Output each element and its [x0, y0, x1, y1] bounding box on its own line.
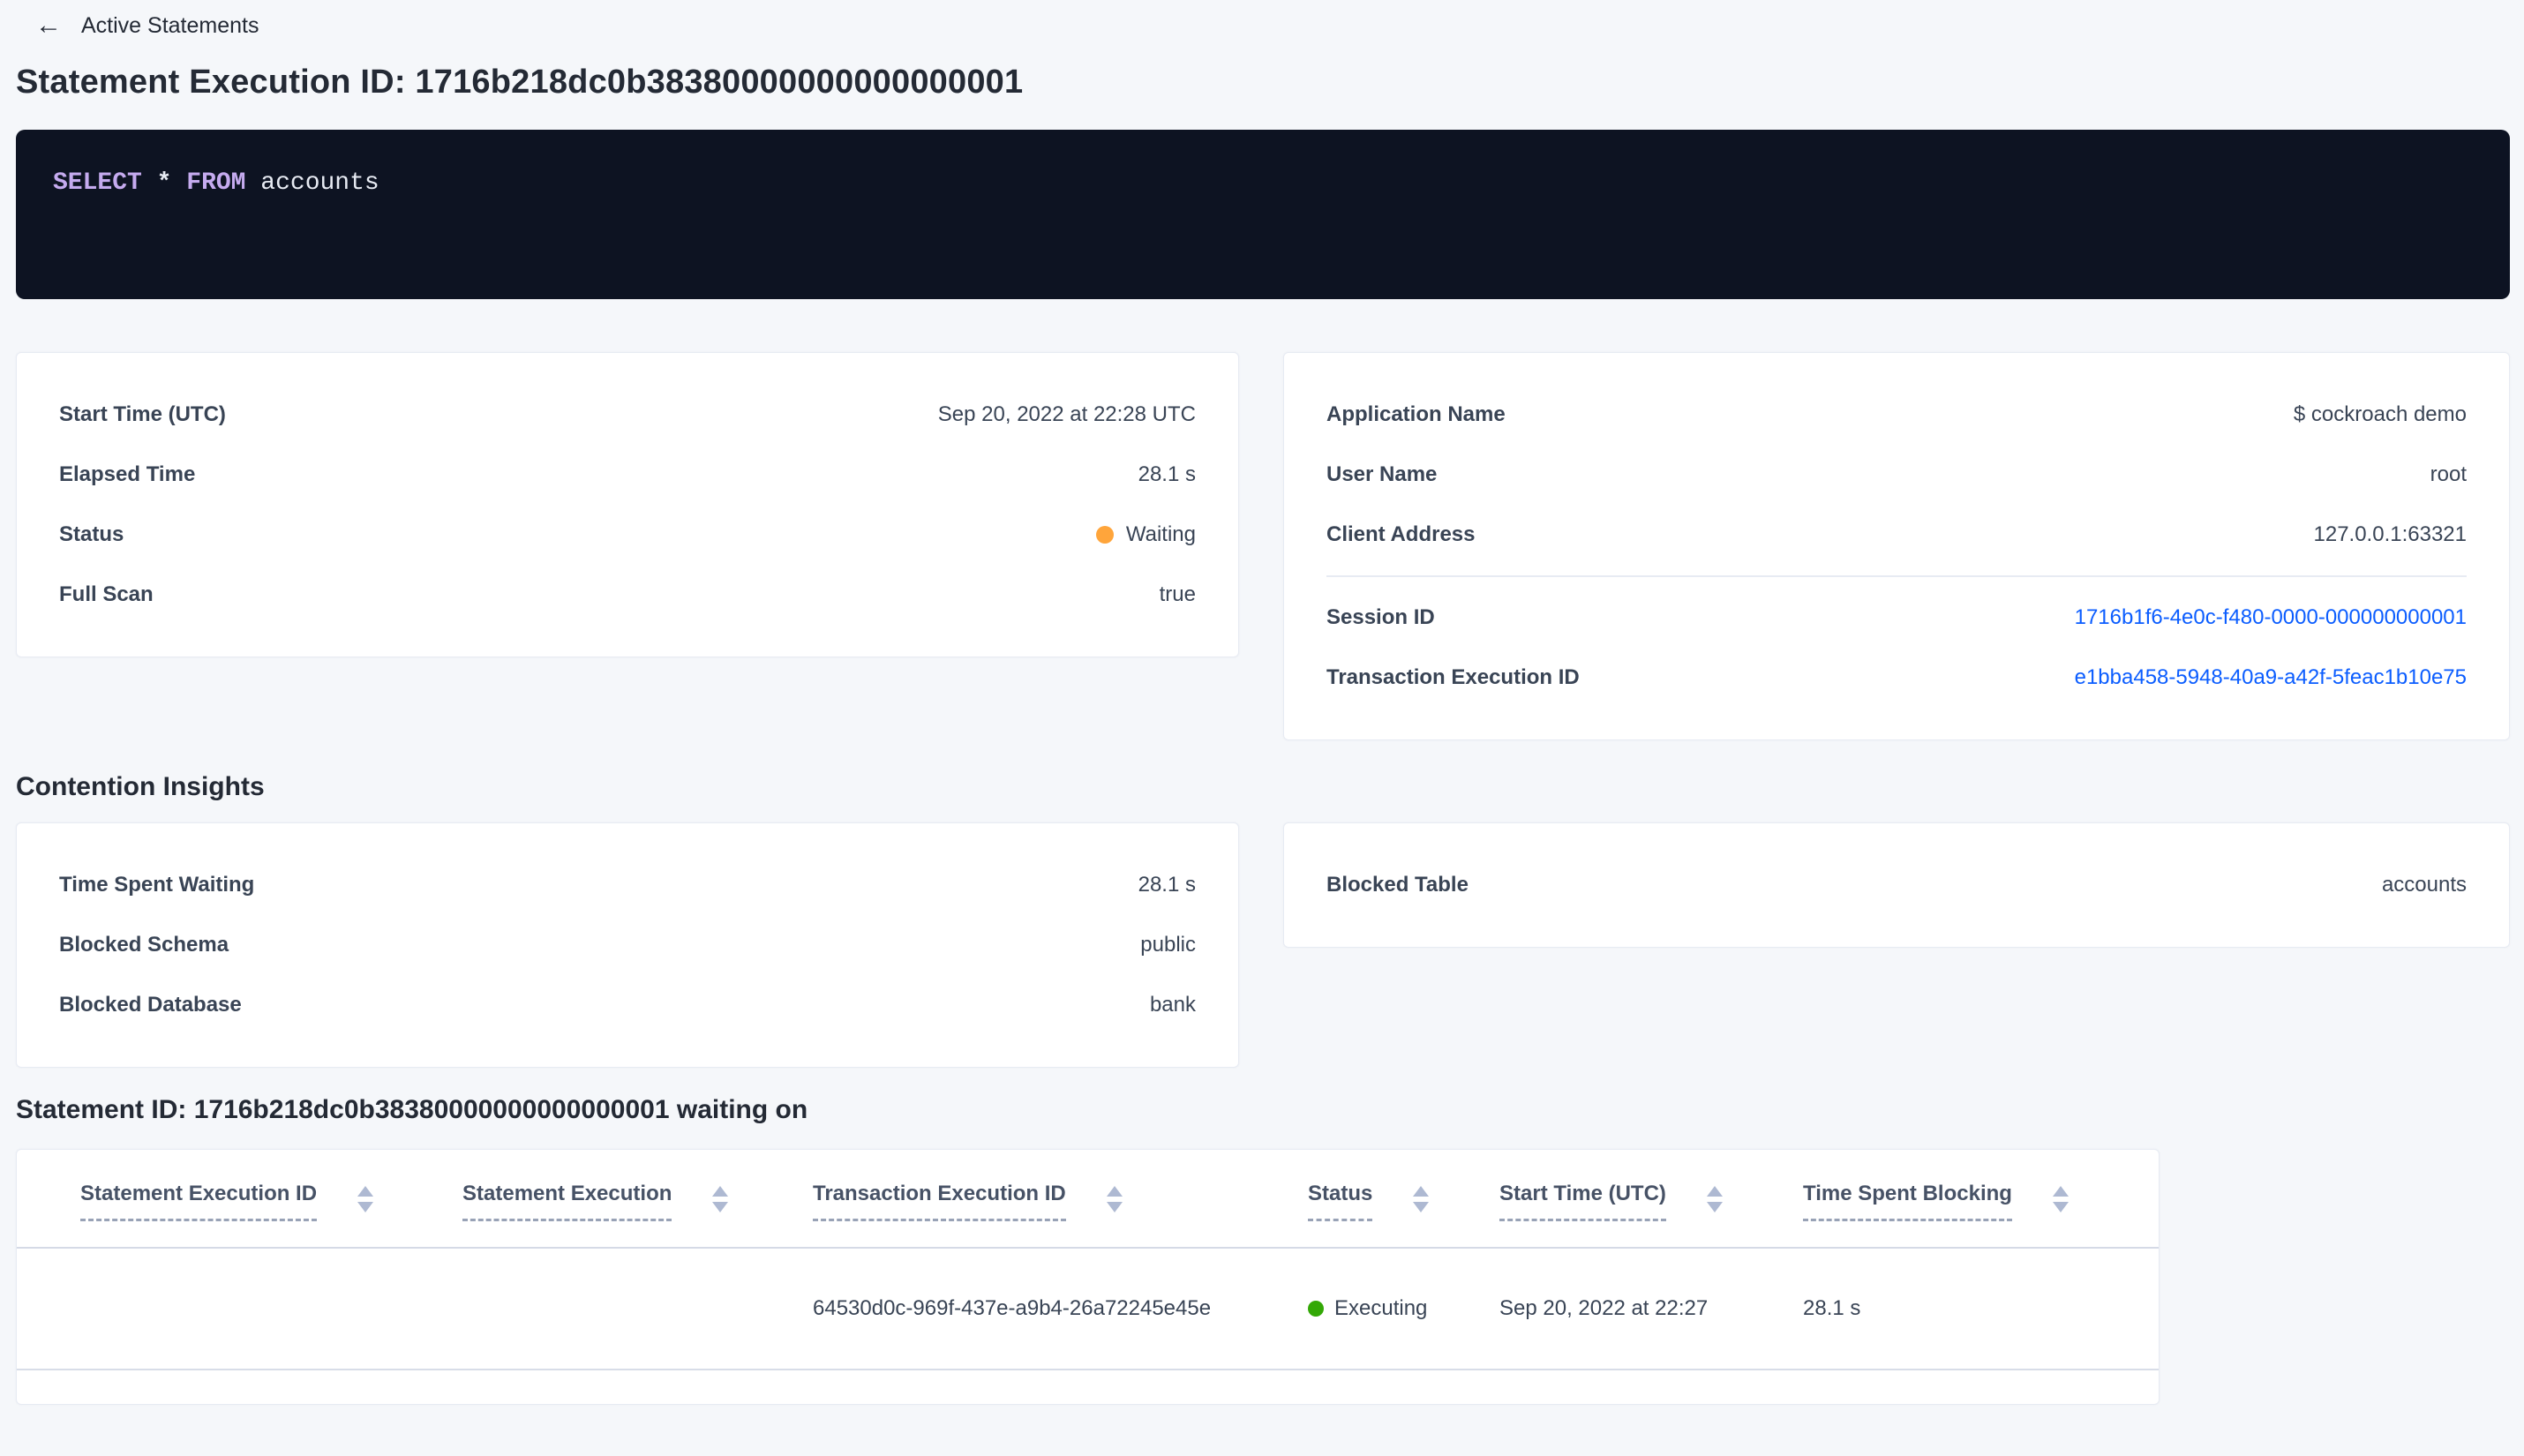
- session-id-link[interactable]: 1716b1f6-4e0c-f480-0000-000000000001: [2075, 605, 2467, 630]
- column-label[interactable]: Transaction Execution ID: [813, 1182, 1066, 1221]
- sql-star: *: [156, 169, 172, 197]
- column-label[interactable]: Statement Execution: [462, 1182, 672, 1221]
- column-header-start-time[interactable]: Start Time (UTC): [1499, 1182, 1803, 1221]
- status-value: Waiting: [1095, 522, 1196, 547]
- blocked-table-card: Blocked Table accounts: [1283, 822, 2510, 948]
- column-header-transaction-execution-id[interactable]: Transaction Execution ID: [813, 1182, 1308, 1221]
- contention-details-card: Time Spent Waiting 28.1 s Blocked Schema…: [16, 822, 1239, 1068]
- time-spent-waiting-value: 28.1 s: [1138, 873, 1196, 897]
- column-label[interactable]: Status: [1308, 1182, 1373, 1221]
- session-id-label: Session ID: [1326, 605, 1435, 629]
- blocked-database-label: Blocked Database: [59, 993, 242, 1017]
- waiting-on-table: Statement Execution ID Statement Executi…: [16, 1149, 2160, 1405]
- executing-status-dot-icon: [1308, 1301, 1324, 1317]
- cell-status: Executing: [1308, 1296, 1499, 1321]
- time-spent-waiting-label: Time Spent Waiting: [59, 873, 255, 897]
- application-name-label: Application Name: [1326, 402, 1506, 426]
- execution-details-card: Start Time (UTC) Sep 20, 2022 at 22:28 U…: [16, 352, 1239, 657]
- user-name-value: root: [2430, 462, 2467, 486]
- column-header-time-spent-blocking[interactable]: Time Spent Blocking: [1803, 1182, 2132, 1221]
- card-divider: [1326, 575, 2467, 577]
- sort-icon[interactable]: [1106, 1185, 1123, 1212]
- statement-execution-details-page: ← Active Statements Statement Execution …: [0, 0, 2524, 1456]
- row-time-spent-waiting: Time Spent Waiting 28.1 s: [59, 855, 1196, 915]
- column-label[interactable]: Time Spent Blocking: [1803, 1182, 2012, 1221]
- page-title: Statement Execution ID: 1716b218dc0b3838…: [16, 64, 1024, 101]
- table-header-row: Statement Execution ID Statement Executi…: [17, 1150, 2159, 1249]
- row-blocked-table: Blocked Table accounts: [1326, 855, 2467, 915]
- breadcrumb-label[interactable]: Active Statements: [81, 13, 259, 39]
- row-blocked-database: Blocked Database bank: [59, 975, 1196, 1035]
- sql-statement-box: SELECT * FROM accounts: [16, 130, 2510, 299]
- row-user-name: User Name root: [1326, 445, 2467, 505]
- client-address-label: Client Address: [1326, 522, 1476, 546]
- row-full-scan: Full Scan true: [59, 565, 1196, 625]
- client-address-value: 127.0.0.1:63321: [2313, 522, 2468, 546]
- session-details-card: Application Name $ cockroach demo User N…: [1283, 352, 2510, 740]
- transaction-execution-id-label: Transaction Execution ID: [1326, 665, 1580, 689]
- start-time-value: Sep 20, 2022 at 22:28 UTC: [937, 402, 1196, 426]
- elapsed-time-label: Elapsed Time: [59, 462, 196, 486]
- sort-icon[interactable]: [712, 1185, 729, 1212]
- blocked-table-value: accounts: [2381, 873, 2467, 897]
- row-session-id: Session ID 1716b1f6-4e0c-f480-0000-00000…: [1326, 588, 2467, 648]
- column-header-status[interactable]: Status: [1308, 1182, 1499, 1221]
- cell-transaction-execution-id: 64530d0c-969f-437e-a9b4-26a72245e45e: [813, 1296, 1212, 1320]
- cell-time-spent-blocking: 28.1 s: [1803, 1296, 1861, 1320]
- waiting-status-dot-icon: [1095, 526, 1114, 544]
- summary-cards-row: Start Time (UTC) Sep 20, 2022 at 22:28 U…: [16, 352, 2510, 740]
- row-application-name: Application Name $ cockroach demo: [1326, 385, 2467, 445]
- column-header-statement-execution[interactable]: Statement Execution: [462, 1182, 813, 1221]
- status-text: Waiting: [1125, 522, 1196, 546]
- blocked-database-value: bank: [1149, 993, 1196, 1017]
- row-transaction-execution-id: Transaction Execution ID e1bba458-5948-4…: [1326, 648, 2467, 708]
- contention-insights-heading: Contention Insights: [16, 772, 265, 801]
- start-time-label: Start Time (UTC): [59, 402, 226, 426]
- application-name-value: $ cockroach demo: [2293, 402, 2467, 426]
- column-header-statement-execution-id[interactable]: Statement Execution ID: [80, 1182, 462, 1221]
- blocked-schema-value: public: [1140, 933, 1196, 957]
- breadcrumb-active-statements[interactable]: ← Active Statements: [16, 9, 2510, 42]
- full-scan-label: Full Scan: [59, 582, 154, 606]
- column-label[interactable]: Start Time (UTC): [1499, 1182, 1666, 1221]
- elapsed-time-value: 28.1 s: [1138, 462, 1196, 486]
- full-scan-value: true: [1159, 582, 1196, 606]
- transaction-execution-id-link[interactable]: e1bba458-5948-40a9-a42f-5feac1b10e75: [2075, 665, 2467, 690]
- status-label: Status: [59, 522, 124, 546]
- back-arrow-icon[interactable]: ←: [35, 12, 62, 39]
- sort-icon[interactable]: [1706, 1185, 1723, 1212]
- blocked-schema-label: Blocked Schema: [59, 933, 229, 957]
- user-name-label: User Name: [1326, 462, 1438, 486]
- status-text: Executing: [1334, 1296, 1428, 1320]
- column-label[interactable]: Statement Execution ID: [80, 1182, 318, 1221]
- sql-keyword-select: SELECT: [53, 169, 142, 197]
- row-elapsed-time: Elapsed Time 28.1 s: [59, 445, 1196, 505]
- row-status: Status Waiting: [59, 505, 1196, 565]
- row-blocked-schema: Blocked Schema public: [59, 915, 1196, 975]
- row-start-time: Start Time (UTC) Sep 20, 2022 at 22:28 U…: [59, 385, 1196, 445]
- table-row: 64530d0c-969f-437e-a9b4-26a72245e45e Exe…: [17, 1249, 2159, 1370]
- blocked-table-label: Blocked Table: [1326, 873, 1469, 897]
- sort-icon[interactable]: [357, 1185, 374, 1212]
- waiting-on-heading: Statement ID: 1716b218dc0b38380000000000…: [16, 1095, 808, 1124]
- sort-icon[interactable]: [1413, 1185, 1430, 1212]
- cell-start-time: Sep 20, 2022 at 22:27: [1499, 1296, 1709, 1320]
- sort-icon[interactable]: [2052, 1185, 2069, 1212]
- contention-cards-row: Time Spent Waiting 28.1 s Blocked Schema…: [16, 822, 2510, 1068]
- sql-table-name: accounts: [260, 169, 379, 197]
- sql-keyword-from: FROM: [186, 169, 246, 197]
- row-client-address: Client Address 127.0.0.1:63321: [1326, 505, 2467, 565]
